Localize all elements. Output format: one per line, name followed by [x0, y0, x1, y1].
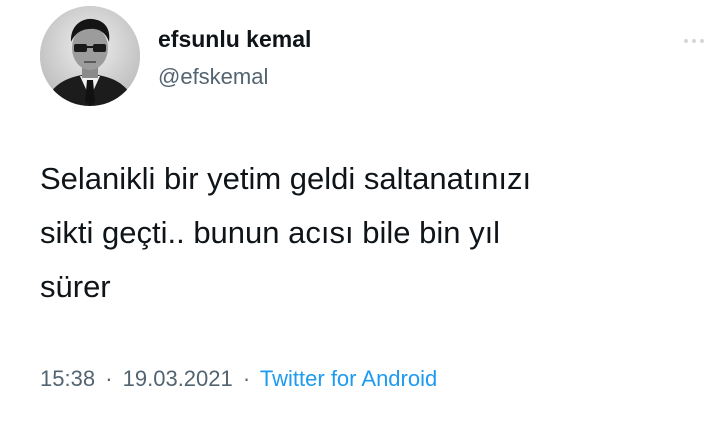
tweet-meta: 15:38 · 19.03.2021 · Twitter for Android: [40, 366, 437, 392]
tweet-text-line: sikti geçti.. bunun acısı bile bin yıl: [40, 215, 501, 250]
tweet-date[interactable]: 19.03.2021: [123, 366, 233, 391]
avatar[interactable]: [40, 6, 140, 106]
author-display-name[interactable]: efsunlu kemal: [158, 26, 311, 53]
tweet-text-line: sürer: [40, 269, 111, 304]
tweet-time[interactable]: 15:38: [40, 366, 95, 391]
tweet-text: Selanikli bir yetim geldi saltanatınızı …: [40, 152, 700, 314]
tweet-card: efsunlu kemal @efskemal Selanikli bir ye…: [0, 0, 716, 428]
profile-photo: [40, 6, 140, 106]
tweet-text-line: Selanikli bir yetim geldi saltanatınızı: [40, 161, 532, 196]
tweet-source[interactable]: Twitter for Android: [260, 366, 437, 391]
meta-separator: ·: [105, 366, 113, 391]
more-options-icon[interactable]: [682, 32, 706, 43]
author-handle[interactable]: @efskemal: [158, 64, 268, 90]
meta-separator: ·: [242, 366, 251, 391]
